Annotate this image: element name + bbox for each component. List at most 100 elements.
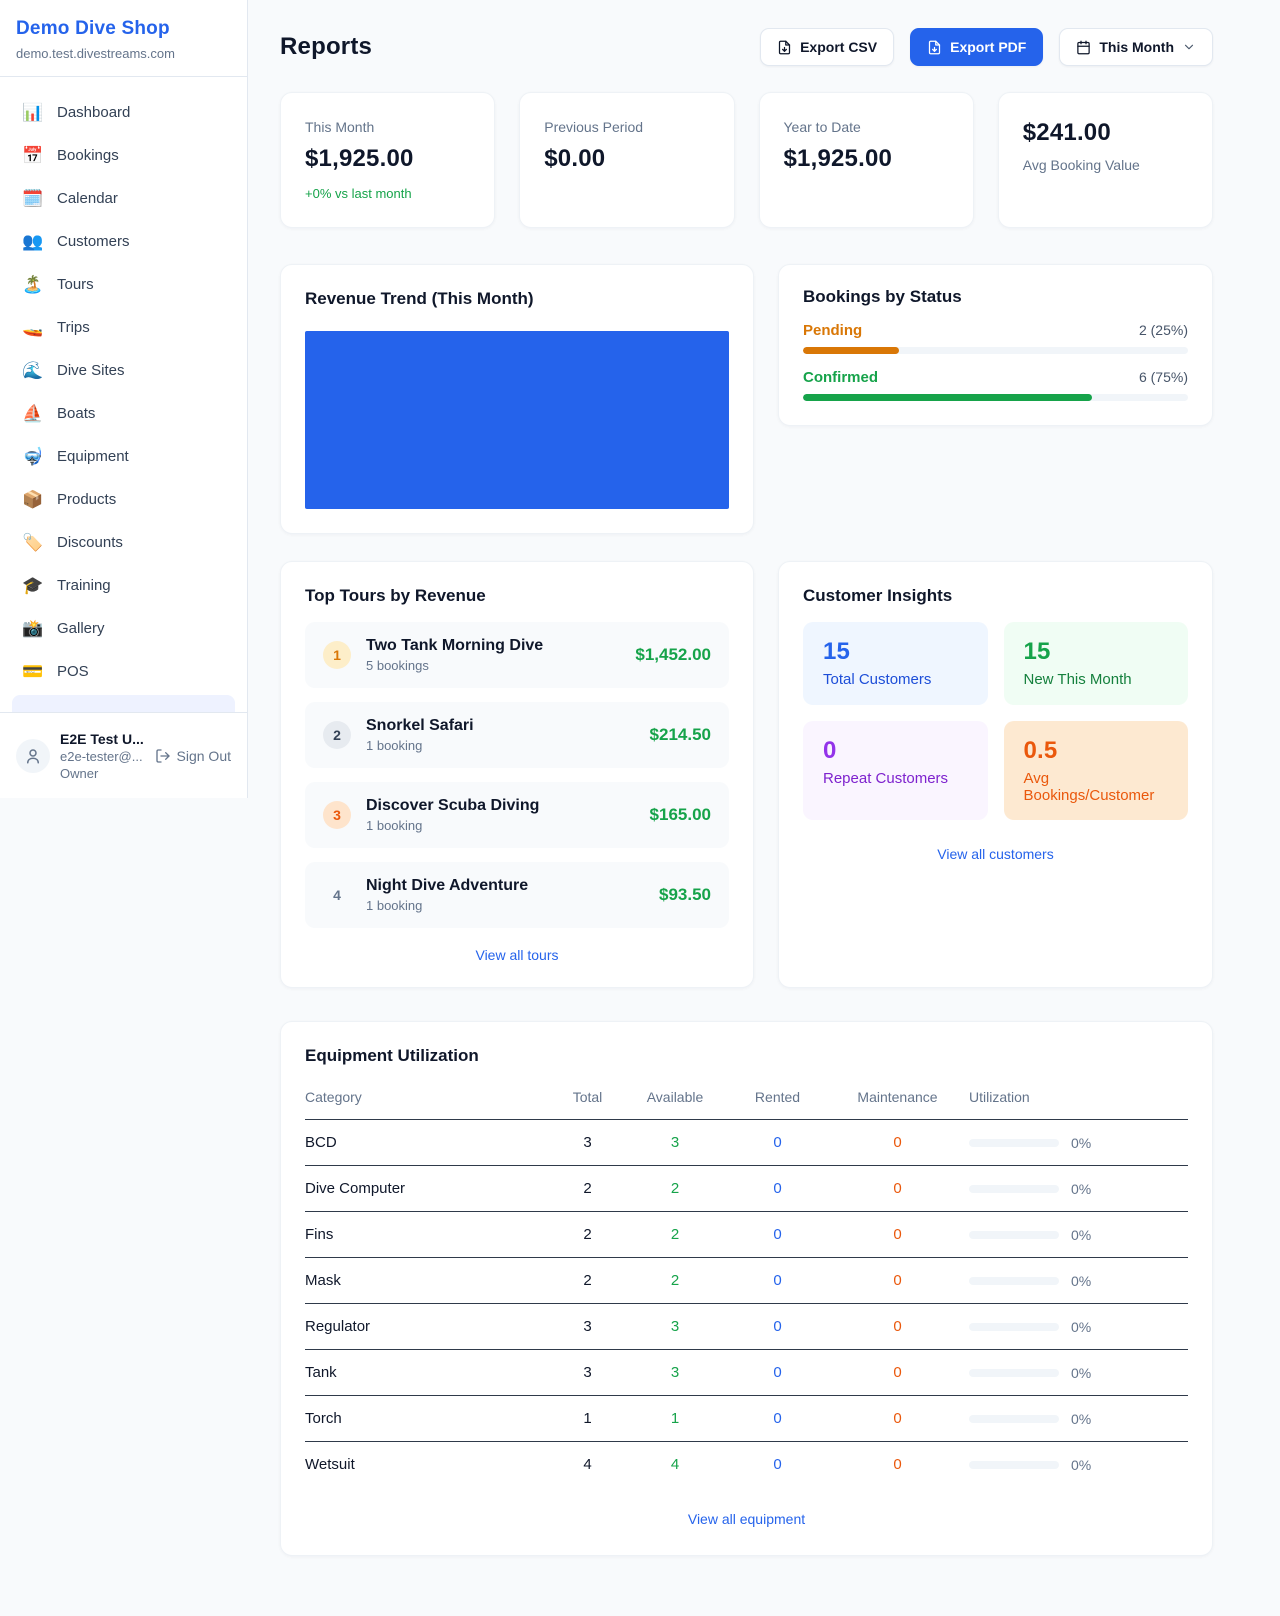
stat-label: Avg Booking Value xyxy=(1023,157,1188,173)
discounts-icon: 🏷️ xyxy=(22,534,44,551)
view-all-customers-link[interactable]: View all customers xyxy=(803,846,1188,862)
sidebar-item-training[interactable]: 🎓 Training xyxy=(12,564,235,607)
cell-rented: 0 xyxy=(725,1396,830,1442)
progress-fill xyxy=(803,394,1092,401)
sidebar-item-boats[interactable]: ⛵ Boats xyxy=(12,392,235,435)
sidebar-item-customers[interactable]: 👥 Customers xyxy=(12,220,235,263)
cell-available: 3 xyxy=(625,1120,725,1166)
cell-available: 2 xyxy=(625,1258,725,1304)
tile-total-customers: 15 Total Customers xyxy=(803,622,988,705)
utilization-bar xyxy=(969,1323,1059,1331)
column-header: Total xyxy=(550,1080,625,1120)
sidebar-item-label: Products xyxy=(57,491,116,508)
cell-category: Fins xyxy=(305,1212,550,1258)
cell-rented: 0 xyxy=(725,1350,830,1396)
utilization-bar xyxy=(969,1139,1059,1147)
rank-badge: 2 xyxy=(323,721,351,749)
export-csv-button[interactable]: Export CSV xyxy=(760,28,894,66)
cell-utilization: 0% xyxy=(1071,1227,1091,1243)
cell-maintenance: 0 xyxy=(830,1304,965,1350)
customers-icon: 👥 xyxy=(22,233,44,250)
sidebar-item-label: Dive Sites xyxy=(57,362,125,379)
top-tours-card: Top Tours by Revenue 1 Two Tank Morning … xyxy=(280,561,754,988)
cell-total: 2 xyxy=(550,1212,625,1258)
sidebar-item-trips[interactable]: 🚤 Trips xyxy=(12,306,235,349)
sidebar-item-label: Boats xyxy=(57,405,95,422)
cell-available: 1 xyxy=(625,1396,725,1442)
sign-out-button[interactable]: Sign Out xyxy=(155,748,231,764)
period-dropdown[interactable]: This Month xyxy=(1059,28,1213,66)
sidebar-item-equipment[interactable]: 🤿 Equipment xyxy=(12,435,235,478)
gallery-icon: 📸 xyxy=(22,620,44,637)
tile-label: Avg Bookings/Customer xyxy=(1024,770,1169,804)
sidebar-nav: 📊 Dashboard 📅 Bookings 🗓️ Calendar 👥 Cus… xyxy=(0,77,247,721)
sidebar-item-products[interactable]: 📦 Products xyxy=(12,478,235,521)
cell-category: Mask xyxy=(305,1258,550,1304)
tile-value: 15 xyxy=(1024,638,1169,666)
progress-bar xyxy=(803,347,1188,354)
tour-name: Night Dive Adventure xyxy=(366,877,528,895)
column-header: Rented xyxy=(725,1080,830,1120)
stat-card-year-to-date: Year to Date $1,925.00 xyxy=(759,92,974,228)
sidebar-item-calendar[interactable]: 🗓️ Calendar xyxy=(12,177,235,220)
tile-value: 0 xyxy=(823,737,968,765)
cell-total: 1 xyxy=(550,1396,625,1442)
user-info: E2E Test U... e2e-tester@... Owner xyxy=(60,731,145,781)
stat-label: Previous Period xyxy=(544,119,709,135)
cell-total: 2 xyxy=(550,1258,625,1304)
cell-total: 3 xyxy=(550,1304,625,1350)
cell-utilization: 0% xyxy=(1071,1319,1091,1335)
equipment-utilization-title: Equipment Utilization xyxy=(305,1046,1188,1066)
table-row: Mask 2 2 0 0 0% xyxy=(305,1258,1188,1304)
sidebar-item-discounts[interactable]: 🏷️ Discounts xyxy=(12,521,235,564)
view-all-tours-link[interactable]: View all tours xyxy=(305,947,729,963)
sidebar-item-bookings[interactable]: 📅 Bookings xyxy=(12,134,235,177)
file-download-icon xyxy=(927,40,942,55)
rank-badge: 3 xyxy=(323,801,351,829)
brand-domain: demo.test.divestreams.com xyxy=(16,46,231,61)
sidebar-item-label: Gallery xyxy=(57,620,105,637)
sidebar-item-label: Tours xyxy=(57,276,94,293)
products-icon: 📦 xyxy=(22,491,44,508)
sidebar-item-tours[interactable]: 🏝️ Tours xyxy=(12,263,235,306)
tile-value: 15 xyxy=(823,638,968,666)
cell-available: 2 xyxy=(625,1212,725,1258)
column-header: Category xyxy=(305,1080,550,1120)
sidebar-item-dive-sites[interactable]: 🌊 Dive Sites xyxy=(12,349,235,392)
table-row: Tank 3 3 0 0 0% xyxy=(305,1350,1188,1396)
cell-maintenance: 0 xyxy=(830,1166,965,1212)
period-label: This Month xyxy=(1099,39,1174,55)
cell-maintenance: 0 xyxy=(830,1212,965,1258)
export-csv-label: Export CSV xyxy=(800,39,877,55)
view-all-equipment-link[interactable]: View all equipment xyxy=(305,1511,1188,1527)
cell-available: 3 xyxy=(625,1304,725,1350)
cell-total: 4 xyxy=(550,1442,625,1488)
sidebar-item-label: Calendar xyxy=(57,190,118,207)
progress-fill xyxy=(803,347,899,354)
progress-bar xyxy=(803,394,1188,401)
list-item: 3 Discover Scuba Diving 1 booking $165.0… xyxy=(305,782,729,848)
cell-rented: 0 xyxy=(725,1304,830,1350)
cell-total: 3 xyxy=(550,1120,625,1166)
sidebar-item-pos[interactable]: 💳 POS xyxy=(12,650,235,693)
calendar-icon xyxy=(1076,40,1091,55)
pos-icon: 💳 xyxy=(22,663,44,680)
sidebar-item-label: POS xyxy=(57,663,89,680)
export-pdf-button[interactable]: Export PDF xyxy=(910,28,1043,66)
tour-amount: $93.50 xyxy=(659,885,711,905)
cell-category: Tank xyxy=(305,1350,550,1396)
cell-maintenance: 0 xyxy=(830,1442,965,1488)
cell-maintenance: 0 xyxy=(830,1258,965,1304)
sidebar-item-label: Equipment xyxy=(57,448,129,465)
tour-name: Discover Scuba Diving xyxy=(366,797,539,815)
sidebar-item-dashboard[interactable]: 📊 Dashboard xyxy=(12,91,235,134)
cell-category: Wetsuit xyxy=(305,1442,550,1488)
stat-card-avg-booking-value: $241.00 Avg Booking Value xyxy=(998,92,1213,228)
bookings-by-status-card: Bookings by Status Pending 2 (25%) Confi… xyxy=(778,264,1213,426)
header-actions: Export CSV Export PDF This Month xyxy=(760,28,1213,66)
equipment-table: Category Total Available Rented Maintena… xyxy=(305,1080,1188,1487)
sidebar-item-gallery[interactable]: 📸 Gallery xyxy=(12,607,235,650)
cell-rented: 0 xyxy=(725,1442,830,1488)
top-tours-title: Top Tours by Revenue xyxy=(305,586,729,606)
cell-available: 4 xyxy=(625,1442,725,1488)
